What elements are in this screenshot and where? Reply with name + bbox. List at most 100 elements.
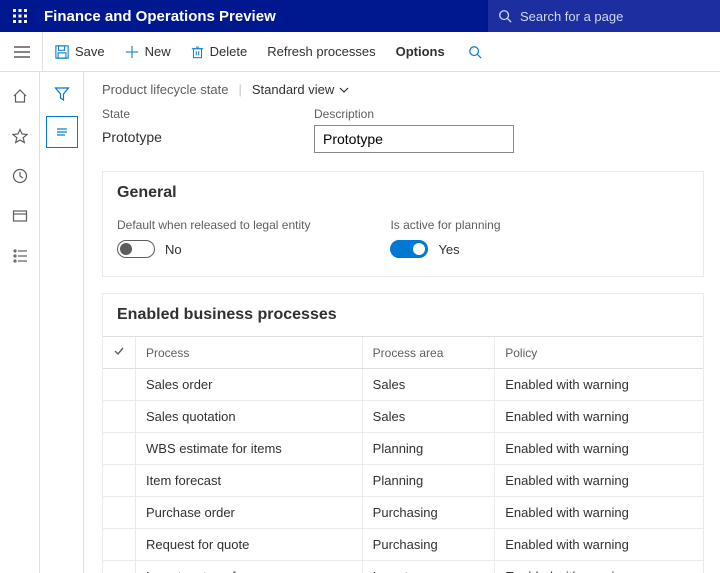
description-label: Description	[314, 107, 514, 121]
default-toggle[interactable]	[117, 240, 155, 258]
row-selector[interactable]	[103, 529, 136, 561]
cell-area: Sales	[362, 369, 495, 401]
list-view-button[interactable]	[46, 116, 78, 148]
home-icon	[12, 88, 28, 104]
new-button[interactable]: New	[115, 32, 181, 72]
nav-workspaces[interactable]	[4, 200, 36, 232]
select-all-header[interactable]	[103, 337, 136, 369]
command-bar: Save New Delete Refresh processes Option…	[0, 32, 720, 72]
page-title: Product lifecycle state	[102, 82, 228, 97]
cell-process: Item forecast	[136, 465, 363, 497]
state-value: Prototype	[102, 125, 282, 149]
cell-area: Planning	[362, 465, 495, 497]
table-row[interactable]: Purchase orderPurchasingEnabled with war…	[103, 497, 703, 529]
search-input[interactable]	[520, 9, 710, 24]
filter-button[interactable]	[46, 78, 78, 110]
cell-area: Purchasing	[362, 529, 495, 561]
col-policy[interactable]: Policy	[495, 337, 703, 369]
col-process[interactable]: Process	[136, 337, 363, 369]
save-button[interactable]: Save	[45, 32, 115, 72]
cell-process: Sales quotation	[136, 401, 363, 433]
grid-header-row: Process Process area Policy	[103, 337, 703, 369]
options-button[interactable]: Options	[386, 32, 455, 72]
general-heading: General	[103, 172, 703, 214]
modules-icon	[12, 248, 28, 264]
table-row[interactable]: Sales orderSalesEnabled with warning	[103, 369, 703, 401]
cell-area: Inventory	[362, 561, 495, 573]
cell-policy: Enabled with warning	[495, 529, 703, 561]
header-form: State Prototype Description	[102, 107, 704, 153]
row-selector[interactable]	[103, 561, 136, 573]
nav-toggle-icon[interactable]	[4, 32, 40, 72]
default-toggle-label: Default when released to legal entity	[117, 218, 310, 232]
cell-area: Purchasing	[362, 497, 495, 529]
cell-process: Inventory transfer	[136, 561, 363, 573]
cell-process: Purchase order	[136, 497, 363, 529]
clock-icon	[12, 168, 28, 184]
trash-icon	[191, 45, 204, 59]
global-search[interactable]	[488, 0, 720, 32]
workspace-icon	[12, 208, 28, 224]
top-bar: Finance and Operations Preview	[0, 0, 720, 32]
cell-process: Sales order	[136, 369, 363, 401]
app-title: Finance and Operations Preview	[40, 8, 276, 25]
save-icon	[55, 45, 69, 59]
active-toggle[interactable]	[390, 240, 428, 258]
breadcrumb: Product lifecycle state | Standard view	[102, 82, 704, 97]
chevron-down-icon	[338, 84, 350, 96]
find-button[interactable]	[455, 32, 495, 72]
active-toggle-group: Is active for planning Yes	[390, 218, 500, 258]
col-area[interactable]: Process area	[362, 337, 495, 369]
nav-home[interactable]	[4, 80, 36, 112]
cell-policy: Enabled with warning	[495, 433, 703, 465]
default-toggle-group: Default when released to legal entity No	[117, 218, 310, 258]
cell-policy: Enabled with warning	[495, 401, 703, 433]
cell-policy: Enabled with warning	[495, 465, 703, 497]
state-field: State Prototype	[102, 107, 282, 153]
view-rail	[40, 72, 84, 573]
table-row[interactable]: Request for quotePurchasingEnabled with …	[103, 529, 703, 561]
description-field: Description	[314, 107, 514, 153]
nav-favorites[interactable]	[4, 120, 36, 152]
view-selector[interactable]: Standard view	[252, 82, 350, 97]
cell-policy: Enabled with warning	[495, 369, 703, 401]
cell-policy: Enabled with warning	[495, 497, 703, 529]
state-label: State	[102, 107, 282, 121]
row-selector[interactable]	[103, 433, 136, 465]
table-row[interactable]: Sales quotationSalesEnabled with warning	[103, 401, 703, 433]
processes-grid: Process Process area Policy Sales orderS…	[103, 336, 703, 573]
table-row[interactable]: Inventory transferInventoryEnabled with …	[103, 561, 703, 573]
table-row[interactable]: Item forecastPlanningEnabled with warnin…	[103, 465, 703, 497]
star-icon	[12, 128, 28, 144]
cell-area: Planning	[362, 433, 495, 465]
main-content: Product lifecycle state | Standard view …	[84, 72, 720, 573]
row-selector[interactable]	[103, 401, 136, 433]
default-toggle-value: No	[165, 242, 182, 257]
row-selector[interactable]	[103, 465, 136, 497]
list-lines-icon	[54, 124, 70, 140]
nav-recent[interactable]	[4, 160, 36, 192]
search-icon	[498, 9, 512, 23]
app-launcher-icon[interactable]	[0, 0, 40, 32]
row-selector[interactable]	[103, 497, 136, 529]
filter-icon	[54, 86, 70, 102]
processes-heading: Enabled business processes	[103, 294, 703, 336]
refresh-processes-button[interactable]: Refresh processes	[257, 32, 385, 72]
active-toggle-label: Is active for planning	[390, 218, 500, 232]
cell-policy: Enabled with warning	[495, 561, 703, 573]
plus-icon	[125, 45, 139, 59]
description-input[interactable]	[314, 125, 514, 153]
table-row[interactable]: WBS estimate for itemsPlanningEnabled wi…	[103, 433, 703, 465]
search-icon	[468, 45, 482, 59]
left-nav	[0, 72, 40, 573]
active-toggle-value: Yes	[438, 242, 459, 257]
general-card: General Default when released to legal e…	[102, 171, 704, 277]
cell-area: Sales	[362, 401, 495, 433]
cell-process: WBS estimate for items	[136, 433, 363, 465]
cell-process: Request for quote	[136, 529, 363, 561]
check-icon	[113, 345, 125, 357]
nav-modules[interactable]	[4, 240, 36, 272]
row-selector[interactable]	[103, 369, 136, 401]
processes-card: Enabled business processes Process Proce…	[102, 293, 704, 573]
delete-button[interactable]: Delete	[181, 32, 258, 72]
